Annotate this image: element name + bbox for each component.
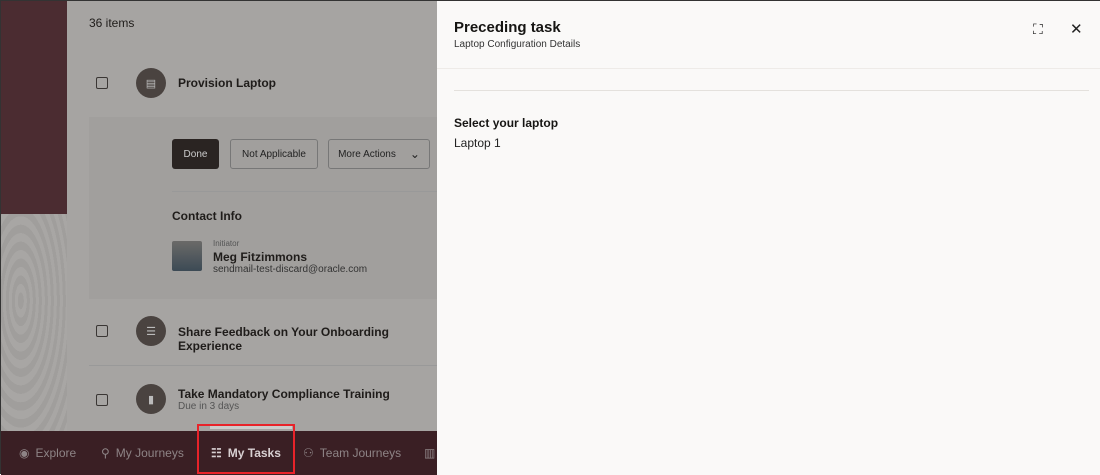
not-applicable-button[interactable]: Not Applicable — [230, 139, 318, 169]
more-actions-label: More Actions — [338, 148, 396, 160]
task-title[interactable]: Take Mandatory Compliance Training — [178, 387, 390, 401]
avatar — [172, 241, 202, 271]
nav-team-journeys[interactable]: ⚇ Team Journeys — [303, 446, 401, 460]
banner — [1, 1, 67, 214]
more-actions-button[interactable]: More Actions ⌄ — [328, 139, 430, 169]
task-row[interactable]: ▮ Take Mandatory Compliance Training Due… — [67, 374, 437, 424]
eye-icon: ◉ — [19, 446, 30, 460]
task-checkbox[interactable] — [96, 77, 108, 89]
task-row[interactable]: ☰ Share Feedback on Your Onboarding Expe… — [67, 306, 437, 356]
panel-title: Preceding task — [454, 19, 561, 36]
task-row[interactable]: ▤ Provision Laptop — [67, 59, 437, 109]
nav-my-journeys[interactable]: ⚲ My Journeys — [101, 446, 184, 460]
done-button[interactable]: Done — [172, 139, 219, 169]
chevron-down-icon: ⌄ — [409, 147, 420, 161]
divider — [172, 191, 437, 192]
divider — [89, 365, 437, 366]
org-chart-icon: ⚇ — [303, 446, 314, 460]
nav-label: Explore — [35, 446, 77, 460]
contact-heading: Contact Info — [172, 209, 242, 223]
task-due: Due in 3 days — [178, 401, 240, 412]
expand-icon[interactable]: ⛶ — [1033, 21, 1043, 38]
panel-header: Preceding task Laptop Configuration Deta… — [437, 1, 1100, 69]
task-title[interactable]: Provision Laptop — [178, 76, 276, 90]
contact-role: Initiator — [213, 239, 240, 248]
preceding-task-panel: Preceding task Laptop Configuration Deta… — [437, 1, 1100, 475]
field-value: Laptop 1 — [454, 136, 501, 150]
task-list-area: 36 items ▤ Provision Laptop Done Not App… — [1, 1, 437, 475]
task-checkbox[interactable] — [96, 325, 108, 337]
divider — [454, 90, 1089, 91]
chat-icon: ▤ — [136, 68, 166, 98]
close-icon[interactable]: ✕ — [1070, 20, 1083, 38]
building-icon[interactable]: ▥ — [424, 446, 435, 460]
highlight-box — [197, 424, 295, 474]
person-icon: ⚲ — [101, 446, 110, 460]
nav-label: My Journeys — [115, 446, 184, 460]
banner-texture — [1, 214, 67, 431]
task-checkbox[interactable] — [96, 394, 108, 406]
nav-label: Team Journeys — [319, 446, 402, 460]
nav-explore[interactable]: ◉ Explore — [19, 446, 76, 460]
task-list: 36 items ▤ Provision Laptop Done Not App… — [67, 1, 437, 431]
contact-name: Meg Fitzimmons — [213, 250, 308, 264]
document-icon: ▮ — [136, 384, 166, 414]
field-label: Select your laptop — [454, 116, 559, 130]
panel-subtitle: Laptop Configuration Details — [454, 39, 581, 50]
checklist-icon: ☰ — [136, 316, 166, 346]
contact-email[interactable]: sendmail-test-discard@oracle.com — [213, 264, 367, 275]
task-title[interactable]: Share Feedback on Your Onboarding Experi… — [178, 325, 437, 353]
item-count: 36 items — [89, 16, 135, 30]
